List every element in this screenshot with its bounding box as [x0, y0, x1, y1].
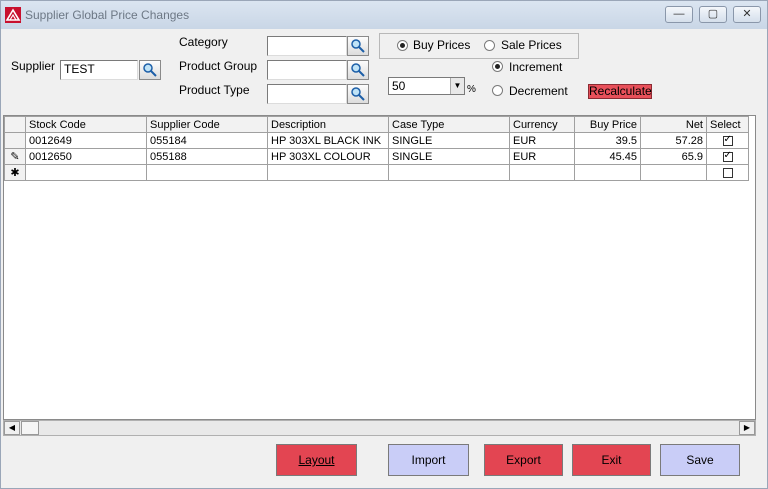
cell-currency[interactable] — [509, 164, 575, 181]
cell-description[interactable]: HP 303XL COLOUR — [267, 148, 389, 165]
search-icon — [351, 87, 365, 101]
supplier-label: Supplier — [11, 59, 56, 73]
maximize-button[interactable]: ▢ — [699, 6, 727, 23]
percent-value: 50 — [392, 79, 406, 93]
product-type-input[interactable] — [267, 84, 347, 104]
cell-supplier-code[interactable]: 055184 — [146, 132, 268, 149]
cell-stock-code[interactable]: 0012650 — [25, 148, 147, 165]
price-mode-group: Buy Prices Sale Prices — [379, 33, 579, 59]
row-header[interactable] — [4, 132, 26, 149]
product-group-input[interactable] — [267, 60, 347, 80]
cell-select[interactable] — [706, 132, 749, 149]
percent-combo[interactable]: 50 ▼ — [388, 77, 465, 95]
export-button[interactable]: Export — [484, 444, 563, 476]
cell-net[interactable]: 57.28 — [640, 132, 707, 149]
cell-supplier-code[interactable]: 055188 — [146, 148, 268, 165]
decrement-label: Decrement — [509, 84, 568, 98]
col-buy-price[interactable]: Buy Price — [574, 116, 641, 133]
layout-button[interactable]: Layout — [276, 444, 357, 476]
product-type-search-button[interactable] — [347, 84, 369, 104]
sale-prices-label: Sale Prices — [501, 38, 562, 52]
supplier-input[interactable]: TEST — [60, 60, 138, 80]
import-button[interactable]: Import — [388, 444, 469, 476]
cell-currency[interactable]: EUR — [509, 148, 575, 165]
col-description[interactable]: Description — [267, 116, 389, 133]
scroll-left-icon[interactable]: ◀ — [4, 421, 20, 435]
col-case-type[interactable]: Case Type — [388, 116, 510, 133]
search-icon — [351, 39, 365, 53]
cell-buy-price[interactable]: 45.45 — [574, 148, 641, 165]
product-group-label: Product Group — [179, 59, 258, 73]
col-select[interactable]: Select — [706, 116, 749, 133]
price-grid[interactable]: Stock Code Supplier Code Description Cas… — [3, 115, 756, 420]
product-type-label: Product Type — [179, 83, 250, 97]
col-stock-code[interactable]: Stock Code — [25, 116, 147, 133]
category-input[interactable] — [267, 36, 347, 56]
new-row[interactable]: ✱ — [4, 164, 749, 181]
minimize-button[interactable]: — — [665, 6, 693, 23]
title-bar: Supplier Global Price Changes — ▢ ✕ — [1, 1, 767, 29]
buy-prices-label: Buy Prices — [413, 38, 471, 52]
row-header-corner — [4, 116, 26, 133]
col-supplier-code[interactable]: Supplier Code — [146, 116, 268, 133]
col-currency[interactable]: Currency — [509, 116, 575, 133]
scroll-right-icon[interactable]: ▶ — [739, 421, 755, 435]
increment-radio[interactable] — [492, 61, 503, 72]
category-label: Category — [179, 35, 228, 49]
recalculate-button[interactable]: Recalculate — [588, 84, 652, 99]
select-checkbox[interactable] — [722, 150, 733, 162]
cell-currency[interactable]: EUR — [509, 132, 575, 149]
search-icon — [351, 63, 365, 77]
cell-supplier-code[interactable] — [146, 164, 268, 181]
category-search-button[interactable] — [347, 36, 369, 56]
scroll-thumb[interactable] — [21, 421, 39, 435]
sale-prices-radio[interactable] — [484, 40, 495, 51]
chevron-down-icon[interactable]: ▼ — [450, 78, 464, 94]
cell-description[interactable] — [267, 164, 389, 181]
percent-symbol: % — [467, 84, 476, 95]
table-row[interactable]: 0012649 055184 HP 303XL BLACK INK SINGLE… — [4, 132, 749, 149]
exit-button[interactable]: Exit — [572, 444, 651, 476]
price-table: Stock Code Supplier Code Description Cas… — [4, 116, 749, 181]
close-button[interactable]: ✕ — [733, 6, 761, 23]
main-window: Supplier Global Price Changes — ▢ ✕ Supp… — [0, 0, 768, 489]
cell-buy-price[interactable] — [574, 164, 641, 181]
select-checkbox[interactable] — [722, 134, 733, 146]
row-header-edit-pencil-icon[interactable]: ✎ — [4, 148, 26, 165]
app-logo-icon — [5, 7, 21, 23]
cell-stock-code[interactable]: 0012649 — [25, 132, 147, 149]
increment-label: Increment — [509, 60, 563, 74]
form-body: Supplier TEST Category Product Group Pro… — [1, 29, 767, 488]
cell-net[interactable]: 65.9 — [640, 148, 707, 165]
col-net[interactable]: Net — [640, 116, 707, 133]
supplier-search-button[interactable] — [139, 60, 161, 80]
table-row[interactable]: ✎ 0012650 055188 HP 303XL COLOUR SINGLE … — [4, 148, 749, 165]
cell-description[interactable]: HP 303XL BLACK INK — [267, 132, 389, 149]
cell-case-type[interactable]: SINGLE — [388, 148, 510, 165]
cell-stock-code[interactable] — [25, 164, 147, 181]
search-icon — [143, 63, 157, 77]
cell-case-type[interactable] — [388, 164, 510, 181]
window-title: Supplier Global Price Changes — [25, 8, 190, 22]
cell-buy-price[interactable]: 39.5 — [574, 132, 641, 149]
save-button[interactable]: Save — [660, 444, 740, 476]
new-row-asterisk-icon[interactable]: ✱ — [4, 164, 26, 181]
product-group-search-button[interactable] — [347, 60, 369, 80]
decrement-radio[interactable] — [492, 85, 503, 96]
cell-net[interactable] — [640, 164, 707, 181]
cell-select[interactable] — [706, 148, 749, 165]
select-checkbox[interactable] — [722, 167, 733, 178]
grid-header-row: Stock Code Supplier Code Description Cas… — [4, 116, 749, 133]
cell-case-type[interactable]: SINGLE — [388, 132, 510, 149]
horizontal-scrollbar[interactable]: ◀ ▶ — [3, 420, 756, 436]
cell-select[interactable] — [706, 164, 749, 181]
buy-prices-radio[interactable] — [397, 40, 408, 51]
